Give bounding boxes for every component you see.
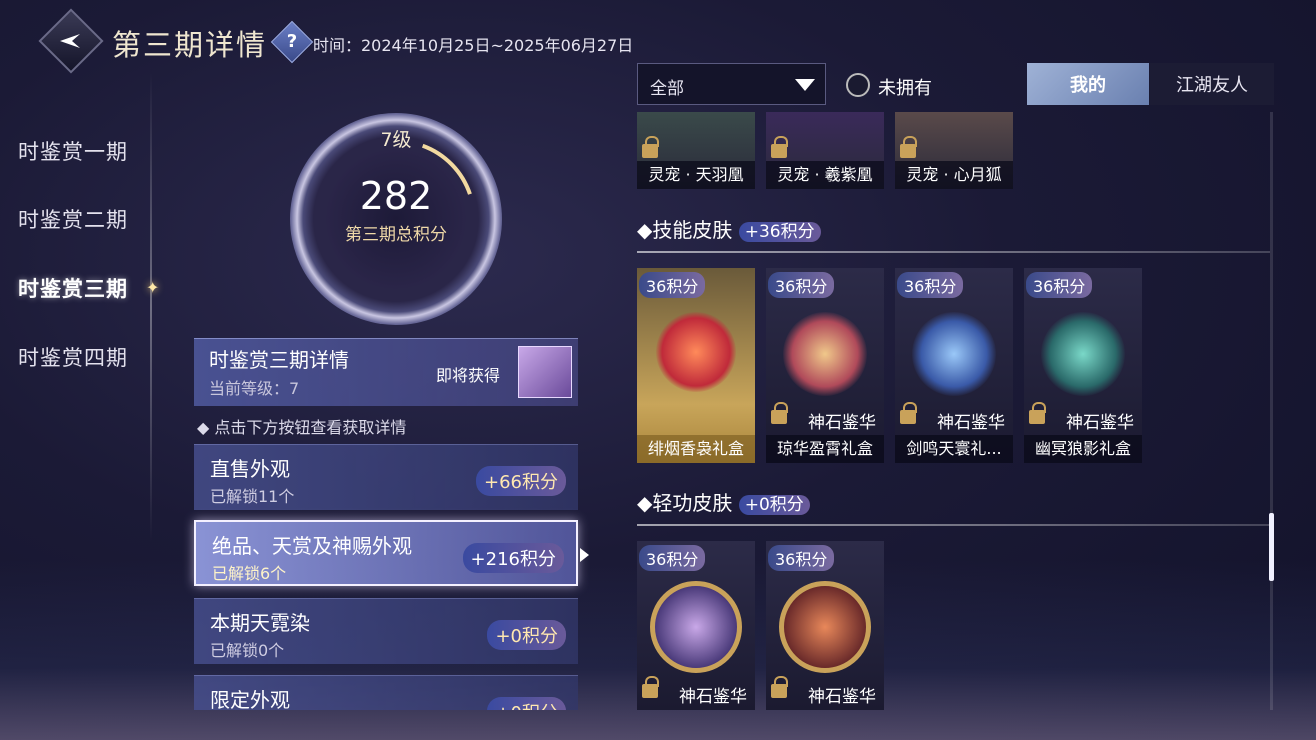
scrollbar-track[interactable] — [1270, 112, 1273, 710]
sidebar-item-period-3[interactable]: 时鉴赏三期 — [18, 273, 128, 303]
item-source: 神石鉴华 — [808, 687, 876, 707]
category-name: 直售外观 — [210, 457, 290, 481]
filter-dropdown[interactable]: 全部 — [637, 63, 826, 105]
current-level: 当前等级：7 — [209, 379, 300, 398]
lock-icon — [771, 136, 788, 158]
lock-icon — [642, 676, 659, 698]
section-points: +36积分 — [738, 222, 821, 242]
item-art — [783, 312, 867, 396]
lock-icon — [642, 136, 659, 158]
item-tile[interactable]: 灵宠 · 天羽凰 — [637, 112, 755, 189]
item-name: 幽冥狼影礼盒 — [1024, 435, 1142, 463]
help-button[interactable]: ? — [270, 20, 314, 64]
item-source: 神石鉴华 — [808, 413, 876, 433]
item-name: 琼华盈霄礼盒 — [766, 435, 884, 463]
detail-title: 时鉴赏三期详情 — [209, 348, 349, 372]
sidebar-item-period-2[interactable]: 时鉴赏二期 — [18, 204, 128, 234]
filter-dropdown-value: 全部 — [650, 79, 684, 99]
lock-icon — [771, 676, 788, 698]
sidebar-item-period-1[interactable]: 时鉴赏一期 — [18, 136, 128, 166]
tab-mine[interactable]: 我的 — [1027, 63, 1149, 105]
sidebar-item-period-4[interactable]: 时鉴赏四期 — [18, 342, 128, 372]
progress-ring-center — [326, 149, 466, 289]
lock-icon — [771, 402, 788, 424]
item-points-badge: 36积分 — [639, 545, 706, 571]
item-points-badge: 36积分 — [897, 272, 964, 298]
category-name: 限定外观 — [210, 688, 290, 710]
item-tile[interactable]: 36积分 神石鉴华 幽冥狼影礼盒 — [1024, 268, 1142, 463]
page-title: 第三期详情 — [112, 28, 268, 62]
chevron-down-icon — [795, 79, 815, 91]
section-divider — [637, 251, 1270, 253]
item-name: 灵宠 · 羲紫凰 — [766, 161, 884, 189]
section-divider — [637, 524, 1270, 526]
lock-icon — [1029, 402, 1046, 424]
sidebar-divider — [150, 72, 152, 542]
item-tile[interactable]: 36积分 神石鉴华 — [766, 541, 884, 710]
item-tile[interactable]: 灵宠 · 羲紫凰 — [766, 112, 884, 189]
lock-icon — [900, 402, 917, 424]
category-name: 绝品、天赏及神赐外观 — [212, 534, 412, 558]
upcoming-reward-thumbnail[interactable] — [518, 346, 572, 398]
not-owned-radio[interactable] — [846, 73, 870, 97]
category-points: +0积分 — [487, 697, 566, 710]
category-direct-sale[interactable]: 直售外观 已解锁11个 +66积分 — [194, 444, 578, 510]
selected-arrow-icon — [580, 548, 589, 562]
category-status: 已解锁6个 — [212, 564, 287, 583]
tab-friends[interactable]: 江湖友人 — [1150, 63, 1274, 105]
section-skill-skins: ◆技能皮肤 +36积分 — [637, 214, 821, 243]
item-art — [1041, 312, 1125, 396]
item-tile[interactable]: 36积分 神石鉴华 琼华盈霄礼盒 — [766, 268, 884, 463]
category-dye[interactable]: 本期天霓染 已解锁0个 +0积分 — [194, 598, 578, 664]
category-points: +66积分 — [476, 466, 566, 496]
item-points-badge: 36积分 — [1026, 272, 1093, 298]
back-arrow-icon — [60, 34, 80, 48]
item-source: 神石鉴华 — [1066, 413, 1134, 433]
item-points-badge: 36积分 — [768, 545, 835, 571]
total-points-label: 第三期总积分 — [345, 225, 447, 245]
level-label: 7级 — [380, 129, 412, 151]
upcoming-label: 即将获得 — [436, 366, 501, 385]
hint-text: ◆ 点击下方按钮查看获取详情 — [197, 418, 407, 437]
item-art — [650, 581, 742, 673]
category-points: +0积分 — [487, 620, 566, 650]
category-limited[interactable]: 限定外观 +0积分 — [194, 675, 578, 710]
item-art — [779, 581, 871, 673]
category-name: 本期天霓染 — [210, 611, 310, 635]
total-points: 282 — [359, 174, 433, 218]
category-status: 已解锁11个 — [210, 487, 295, 506]
item-points-badge: 36积分 — [639, 272, 706, 298]
item-tile[interactable]: 灵宠 · 心月狐 — [895, 112, 1013, 189]
active-marker-icon: ✦ — [146, 278, 160, 297]
category-status: 已解锁0个 — [210, 641, 285, 660]
not-owned-label[interactable]: 未拥有 — [878, 74, 932, 100]
lock-icon — [900, 136, 917, 158]
back-button[interactable] — [38, 8, 104, 74]
question-icon: ? — [286, 31, 298, 52]
item-name: 剑鸣天寰礼... — [895, 435, 1013, 463]
item-tile[interactable]: 36积分 绯烟香袅礼盒 — [637, 268, 755, 463]
item-name: 灵宠 · 天羽凰 — [637, 161, 755, 189]
item-tile[interactable]: 36积分 神石鉴华 — [637, 541, 755, 710]
item-source: 神石鉴华 — [679, 687, 747, 707]
item-art — [912, 312, 996, 396]
section-points: +0积分 — [738, 495, 810, 515]
item-art — [656, 312, 736, 392]
item-source: 神石鉴华 — [937, 413, 1005, 433]
category-premium[interactable]: 绝品、天赏及神赐外观 已解锁6个 +216积分 — [194, 520, 578, 586]
category-points: +216积分 — [462, 543, 564, 573]
section-qinggong-skins: ◆轻功皮肤 +0积分 — [637, 487, 810, 516]
item-name: 绯烟香袅礼盒 — [637, 435, 755, 463]
item-name: 灵宠 · 心月狐 — [895, 161, 1013, 189]
period-time: 时间：2024年10月25日~2025年06月27日 — [313, 36, 634, 55]
item-points-badge: 36积分 — [768, 272, 835, 298]
item-tile[interactable]: 36积分 神石鉴华 剑鸣天寰礼... — [895, 268, 1013, 463]
